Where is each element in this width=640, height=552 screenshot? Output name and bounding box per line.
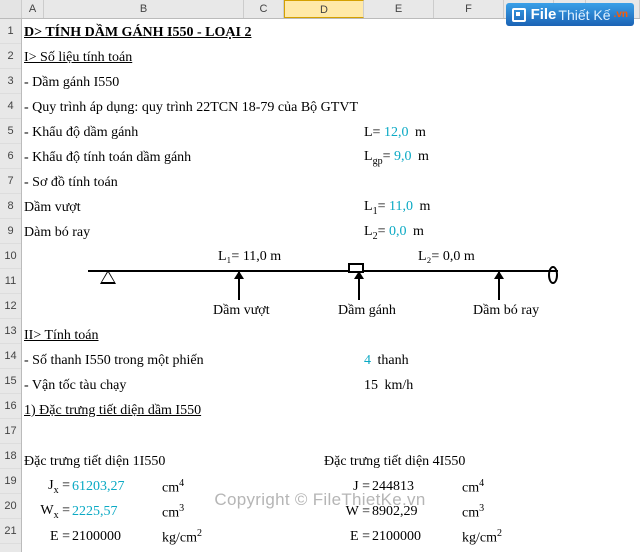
param-value: 9,0 <box>394 149 412 164</box>
spec-value: 2100000 <box>72 528 162 547</box>
arrow-up-icon <box>358 272 360 300</box>
sheet-content[interactable]: D> TÍNH DẦM GÁNH I550 - LOẠI 2 I> Số liệ… <box>22 19 638 552</box>
doc-title: D> TÍNH DẦM GÁNH I550 - LOẠI 2 <box>24 24 251 43</box>
text-line: - Quy trình áp dụng: quy trình 22TCN 18-… <box>24 99 358 118</box>
row-header[interactable]: 3 <box>0 69 21 94</box>
row-header[interactable]: 8 <box>0 194 21 219</box>
row-header[interactable]: 12 <box>0 294 21 319</box>
param-unit: m <box>415 125 426 140</box>
param-unit: thanh <box>378 353 409 368</box>
diagram-caption: Dầm vượt <box>213 302 270 321</box>
row-header[interactable]: 16 <box>0 394 21 419</box>
spec-unit: kg/cm2 <box>462 527 512 549</box>
row-header[interactable]: 18 <box>0 444 21 469</box>
col-header-active[interactable]: D <box>284 0 364 18</box>
col-header[interactable]: E <box>364 0 434 18</box>
row-header[interactable]: 13 <box>0 319 21 344</box>
roller-support-icon <box>548 266 558 284</box>
param-unit: m <box>418 149 429 164</box>
logo-text-a: File <box>531 6 557 23</box>
param-symbol: L2= <box>364 224 385 239</box>
param-value: 11,0 <box>389 199 413 214</box>
row-header[interactable]: 7 <box>0 169 21 194</box>
site-logo: File Thiết Kế .vn <box>506 3 634 26</box>
arrow-up-icon <box>238 272 240 300</box>
param-symbol: L= <box>364 125 380 140</box>
param-unit: m <box>413 224 424 239</box>
text-line: - Sơ đồ tính toán <box>24 174 118 193</box>
param-unit: m <box>419 199 430 214</box>
col-header[interactable]: C <box>244 0 284 18</box>
row-header[interactable]: 17 <box>0 419 21 444</box>
row-header[interactable]: 1 <box>0 19 21 44</box>
row-header-column: 1 2 3 4 5 6 7 8 9 10 11 12 13 14 15 16 1… <box>0 19 22 552</box>
row-header[interactable]: 10 <box>0 244 21 269</box>
col-header[interactable]: F <box>434 0 504 18</box>
param-unit: km/h <box>385 378 414 393</box>
text-line: - Dầm gánh I550 <box>24 74 119 93</box>
param-value: 15 <box>364 378 378 393</box>
spec-value: 2100000 <box>372 528 462 547</box>
section-2-head: II> Tính toán <box>24 327 99 346</box>
spec-head-left: Đặc trưng tiết diện 1I550 <box>24 453 165 472</box>
section-1-head: I> Số liệu tính toán <box>24 49 132 68</box>
param-symbol: L1= <box>364 199 385 214</box>
param-label: - Vận tốc tàu chạy <box>24 377 126 396</box>
spec-symbol: E = <box>24 528 72 547</box>
param-value: 0,0 <box>389 224 407 239</box>
param-label: Dầm vượt <box>24 199 81 218</box>
row-header[interactable]: 15 <box>0 369 21 394</box>
col-header[interactable]: A <box>22 0 44 18</box>
param-label: - Khẩu độ dầm gánh <box>24 124 138 143</box>
row-header[interactable]: 6 <box>0 144 21 169</box>
diagram-label-l1: L₁= 11,0 m <box>218 248 281 267</box>
row-header[interactable]: 2 <box>0 44 21 69</box>
beam-diagram: L₁= 11,0 m L₂= 0,0 m Dầm vượt Dầm gánh D… <box>48 248 608 322</box>
row-header[interactable]: 5 <box>0 119 21 144</box>
spec-symbol: E = <box>324 528 372 547</box>
row-header[interactable]: 4 <box>0 94 21 119</box>
row-header[interactable]: 11 <box>0 269 21 294</box>
pin-support-icon <box>100 270 116 284</box>
subsection-head: 1) Đặc trưng tiết diện dầm I550 <box>24 402 201 421</box>
param-label: Dàm bó ray <box>24 224 90 243</box>
logo-text-b: Thiết Kế <box>558 7 610 23</box>
row-header[interactable]: 9 <box>0 219 21 244</box>
row-header[interactable]: 14 <box>0 344 21 369</box>
beam-line <box>88 270 558 272</box>
diagram-caption: Dầm bó ray <box>473 302 539 321</box>
logo-square-icon <box>512 8 526 22</box>
param-label: - Khẩu độ tính toán dầm gánh <box>24 149 191 168</box>
row-header[interactable]: 21 <box>0 519 21 544</box>
param-symbol: Lgp= <box>364 149 390 164</box>
diagram-caption: Dầm gánh <box>338 302 396 321</box>
param-value: 12,0 <box>384 125 409 140</box>
diagram-label-l2: L₂= 0,0 m <box>418 248 475 267</box>
spec-unit: kg/cm2 <box>162 527 212 549</box>
param-label: - Số thanh I550 trong một phiến <box>24 352 204 371</box>
col-header[interactable]: B <box>44 0 244 18</box>
logo-text-vn: .vn <box>614 9 628 20</box>
param-value: 4 <box>364 353 371 368</box>
arrow-up-icon <box>498 272 500 300</box>
select-all-corner[interactable] <box>0 0 22 18</box>
watermark-text: Copyright © FileThietKe.vn <box>0 490 640 510</box>
spec-head-right: Đặc trưng tiết diện 4I550 <box>324 453 465 472</box>
